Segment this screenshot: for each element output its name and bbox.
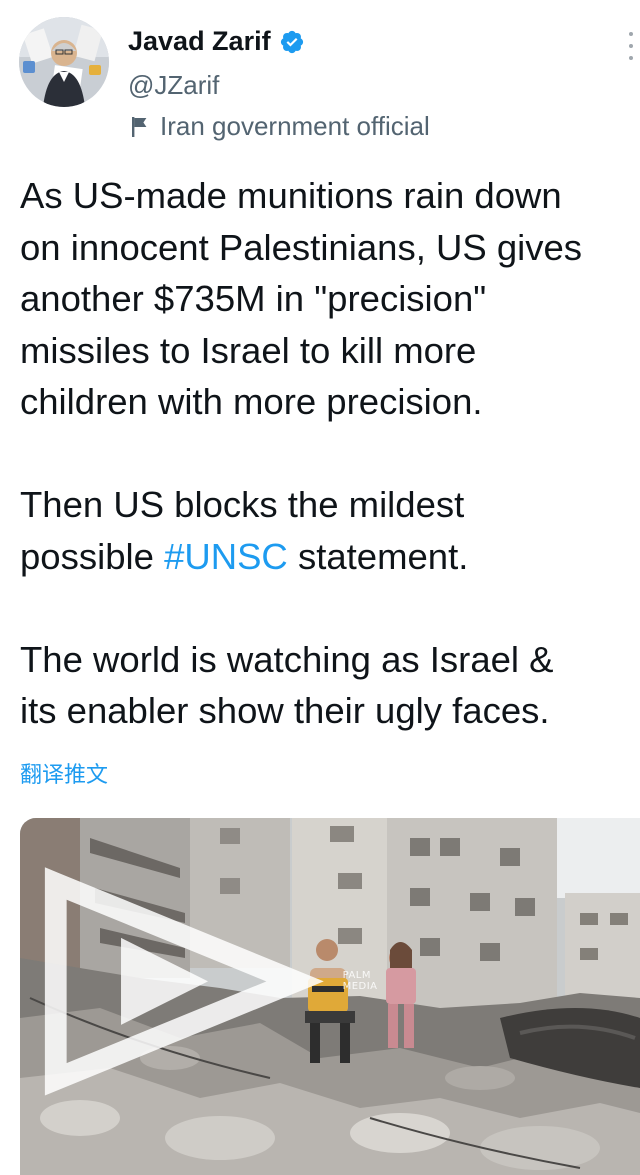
tweet-line: on innocent Palestinians, US gives [20,226,583,268]
hashtag-link[interactable]: #UNSC [164,536,288,577]
tweet: Javad Zarif @JZarif Iran government offi… [0,0,640,1175]
tweet-line: missiles to Israel to kill more [20,329,477,371]
affiliation-text: Iran government official [160,111,430,141]
watermark-text: PALM MEDIA [343,970,378,992]
avatar[interactable] [19,17,109,107]
tweet-line: children with more precision. [20,381,483,422]
tweet-line: its enabler show their ugly faces. [20,690,550,731]
translate-tweet-link[interactable]: 翻译推文 [20,757,108,789]
more-options-icon[interactable] [626,32,636,60]
affiliation-label: Iran government official [130,111,430,142]
avatar-image [19,17,109,107]
tweet-text: As US-made munitions rain down on innoce… [20,170,640,737]
author-name-row: Javad Zarif [128,26,305,57]
watermark-line: MEDIA [342,981,378,993]
palm-media-logo-icon [44,867,324,1096]
tweet-photo[interactable]: PALM MEDIA [20,818,640,1175]
text-segment: possible [20,535,165,577]
tweet-line: As US-made munitions rain down [20,175,562,216]
display-name[interactable]: Javad Zarif [128,26,271,57]
tweet-line: Then US blocks the mildest [20,484,465,525]
flag-icon [132,116,147,137]
watermark-line: PALM [342,970,371,982]
tweet-line: another $735M in "precision" [20,278,487,319]
verified-badge-icon [280,30,303,53]
watermark: PALM MEDIA [34,840,378,1123]
text-segment: statement. [287,535,469,577]
author-handle[interactable]: @JZarif [128,70,219,101]
tweet-line: The world is watching as Israel & [20,638,554,680]
tweet-line-with-hashtag: possible #UNSC statement. [20,531,640,583]
